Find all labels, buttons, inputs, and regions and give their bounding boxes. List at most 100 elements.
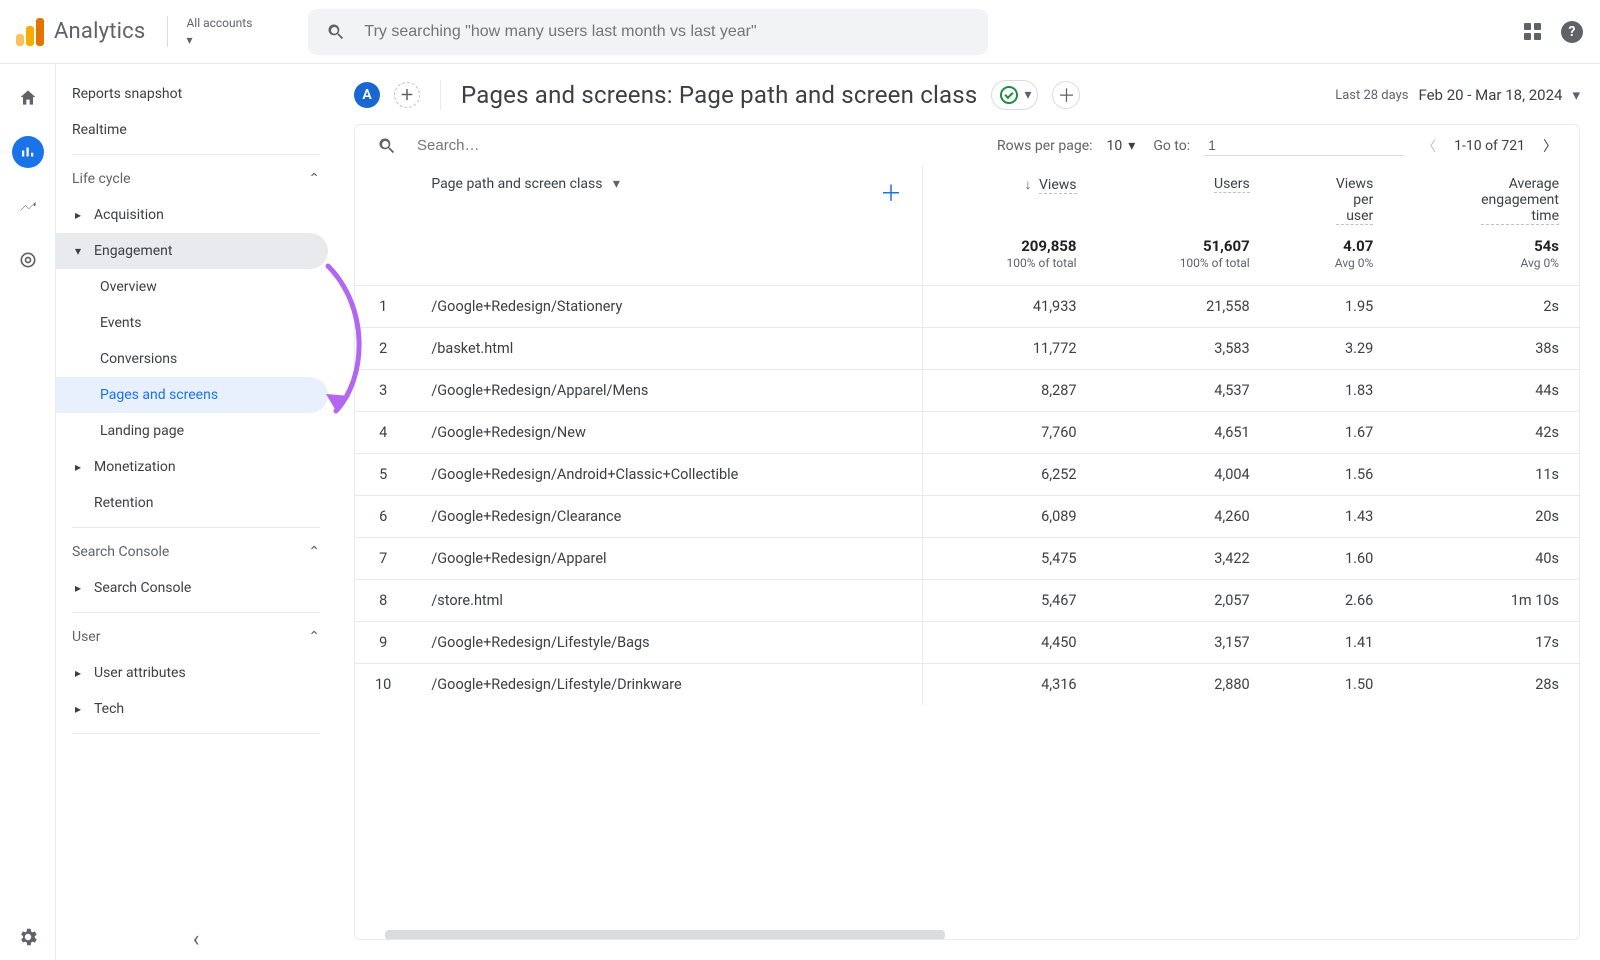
row-index: 3 bbox=[355, 370, 411, 412]
row-aet: 28s bbox=[1393, 664, 1579, 706]
table-row[interactable]: 8/store.html5,4672,0572.661m 10s bbox=[355, 580, 1579, 622]
nav-group-user[interactable]: User ⌃ bbox=[56, 619, 336, 655]
caret-right-icon: ▸ bbox=[72, 702, 84, 716]
nav-user-attributes[interactable]: ▸ User attributes bbox=[56, 655, 336, 691]
report-status-pill[interactable]: ▾ bbox=[991, 80, 1038, 110]
rows-per-page-select[interactable]: 10 ▾ bbox=[1107, 138, 1136, 154]
row-users: 4,651 bbox=[1097, 412, 1270, 454]
row-path: /Google+Redesign/Lifestyle/Drinkware bbox=[411, 664, 922, 706]
row-aet: 20s bbox=[1393, 496, 1579, 538]
nav-engagement-conversions[interactable]: Conversions bbox=[56, 341, 336, 377]
page-title: Pages and screens: Page path and screen … bbox=[461, 81, 977, 109]
col-users[interactable]: Users bbox=[1214, 176, 1250, 193]
add-segment-button[interactable]: ＋ bbox=[394, 82, 420, 108]
total-users-sub: 100% of total bbox=[1180, 256, 1250, 270]
nav-user-attributes-label: User attributes bbox=[94, 665, 186, 681]
account-picker[interactable]: All accounts ▾ bbox=[167, 16, 252, 47]
report-table: Page path and screen class ▾ ＋ ↓ View bbox=[355, 166, 1579, 705]
settings-icon[interactable] bbox=[17, 926, 39, 948]
nav-search-console[interactable]: ▸ Search Console bbox=[56, 570, 336, 606]
table-row[interactable]: 3/Google+Redesign/Apparel/Mens8,2874,537… bbox=[355, 370, 1579, 412]
table-row[interactable]: 7/Google+Redesign/Apparel5,4753,4221.604… bbox=[355, 538, 1579, 580]
col-views-per-user[interactable]: Viewsperuser bbox=[1336, 176, 1374, 225]
table-search-input[interactable] bbox=[415, 136, 618, 155]
global-search[interactable] bbox=[308, 9, 988, 55]
nav-tech[interactable]: ▸ Tech bbox=[56, 691, 336, 727]
row-index: 7 bbox=[355, 538, 411, 580]
table-row[interactable]: 1/Google+Redesign/Stationery41,93321,558… bbox=[355, 286, 1579, 328]
rows-per-page-label: Rows per page: bbox=[997, 138, 1092, 154]
table-row[interactable]: 2/basket.html11,7723,5833.2938s bbox=[355, 328, 1579, 370]
rows-per-page-value: 10 bbox=[1107, 138, 1123, 154]
table-row[interactable]: 10/Google+Redesign/Lifestyle/Drinkware4,… bbox=[355, 664, 1579, 706]
nav-acquisition[interactable]: ▸ Acquisition bbox=[56, 197, 336, 233]
segment-chip[interactable]: A bbox=[354, 82, 380, 108]
row-views: 41,933 bbox=[923, 286, 1097, 328]
row-vpu: 1.67 bbox=[1270, 412, 1394, 454]
row-users: 2,057 bbox=[1097, 580, 1270, 622]
sort-desc-icon[interactable]: ↓ bbox=[1025, 177, 1032, 193]
date-range-picker[interactable]: Last 28 days Feb 20 - Mar 18, 2024 ▾ bbox=[1335, 86, 1580, 104]
row-index: 6 bbox=[355, 496, 411, 538]
next-page-icon[interactable]: 〉 bbox=[1543, 136, 1557, 156]
account-picker-label: All accounts bbox=[186, 16, 252, 30]
total-vpu-sub: Avg 0% bbox=[1335, 256, 1374, 270]
check-icon bbox=[1000, 86, 1018, 104]
nav-group-lifecycle[interactable]: Life cycle ⌃ bbox=[56, 161, 336, 197]
row-views: 6,089 bbox=[923, 496, 1097, 538]
nav-reports-snapshot[interactable]: Reports snapshot bbox=[56, 76, 336, 112]
nav-explore-icon[interactable] bbox=[12, 190, 44, 222]
page-range: 1-10 of 721 bbox=[1454, 138, 1525, 154]
row-index: 9 bbox=[355, 622, 411, 664]
nav-group-search-console-label: Search Console bbox=[72, 544, 169, 560]
dimension-picker[interactable]: Page path and screen class ▾ bbox=[431, 176, 620, 192]
table-row[interactable]: 9/Google+Redesign/Lifestyle/Bags4,4503,1… bbox=[355, 622, 1579, 664]
chevron-down-icon: ▾ bbox=[1572, 86, 1580, 104]
nav-engagement-events[interactable]: Events bbox=[56, 305, 336, 341]
row-aet: 40s bbox=[1393, 538, 1579, 580]
nav-group-lifecycle-label: Life cycle bbox=[72, 171, 131, 187]
analytics-logo[interactable]: Analytics bbox=[16, 18, 145, 46]
goto-input[interactable] bbox=[1204, 135, 1404, 156]
nav-engagement-pages[interactable]: Pages and screens bbox=[56, 377, 328, 413]
col-views[interactable]: Views bbox=[1039, 177, 1077, 194]
row-views: 5,475 bbox=[923, 538, 1097, 580]
row-users: 3,583 bbox=[1097, 328, 1270, 370]
collapse-sidebar-icon[interactable]: ‹ bbox=[193, 927, 200, 952]
row-path: /store.html bbox=[411, 580, 922, 622]
nav-engagement-overview[interactable]: Overview bbox=[56, 269, 336, 305]
nav-retention[interactable]: Retention bbox=[56, 485, 336, 521]
row-vpu: 1.50 bbox=[1270, 664, 1394, 706]
nav-reports-icon[interactable] bbox=[12, 136, 44, 168]
nav-monetization-label: Monetization bbox=[94, 459, 176, 475]
apps-icon[interactable] bbox=[1520, 20, 1544, 44]
nav-realtime[interactable]: Realtime bbox=[56, 112, 336, 148]
help-icon[interactable]: ? bbox=[1560, 20, 1584, 44]
row-path: /Google+Redesign/Apparel bbox=[411, 538, 922, 580]
global-search-input[interactable] bbox=[362, 22, 970, 42]
add-comparison-button[interactable]: ＋ bbox=[1052, 81, 1080, 109]
row-vpu: 1.43 bbox=[1270, 496, 1394, 538]
add-dimension-button[interactable]: ＋ bbox=[880, 182, 902, 207]
row-path: /Google+Redesign/Android+Classic+Collect… bbox=[411, 454, 922, 496]
reports-sidebar: Reports snapshot Realtime Life cycle ⌃ ▸… bbox=[56, 64, 336, 960]
nav-advertising-icon[interactable] bbox=[12, 244, 44, 276]
table-row[interactable]: 4/Google+Redesign/New7,7604,6511.6742s bbox=[355, 412, 1579, 454]
row-aet: 11s bbox=[1393, 454, 1579, 496]
col-avg-engagement-time[interactable]: Averageengagementtime bbox=[1481, 176, 1559, 225]
row-vpu: 1.60 bbox=[1270, 538, 1394, 580]
nav-engagement[interactable]: ▾ Engagement bbox=[56, 233, 328, 269]
row-users: 21,558 bbox=[1097, 286, 1270, 328]
row-aet: 42s bbox=[1393, 412, 1579, 454]
nav-monetization[interactable]: ▸ Monetization bbox=[56, 449, 336, 485]
nav-engagement-landing[interactable]: Landing page bbox=[56, 413, 336, 449]
row-vpu: 1.95 bbox=[1270, 286, 1394, 328]
table-row[interactable]: 5/Google+Redesign/Android+Classic+Collec… bbox=[355, 454, 1579, 496]
nav-search-console-label: Search Console bbox=[94, 580, 191, 596]
table-row[interactable]: 6/Google+Redesign/Clearance6,0894,2601.4… bbox=[355, 496, 1579, 538]
prev-page-icon[interactable]: 〈 bbox=[1422, 136, 1436, 156]
horizontal-scrollbar[interactable] bbox=[355, 929, 1579, 939]
chevron-down-icon: ▾ bbox=[613, 176, 620, 192]
nav-home-icon[interactable] bbox=[12, 82, 44, 114]
nav-group-search-console[interactable]: Search Console ⌃ bbox=[56, 534, 336, 570]
